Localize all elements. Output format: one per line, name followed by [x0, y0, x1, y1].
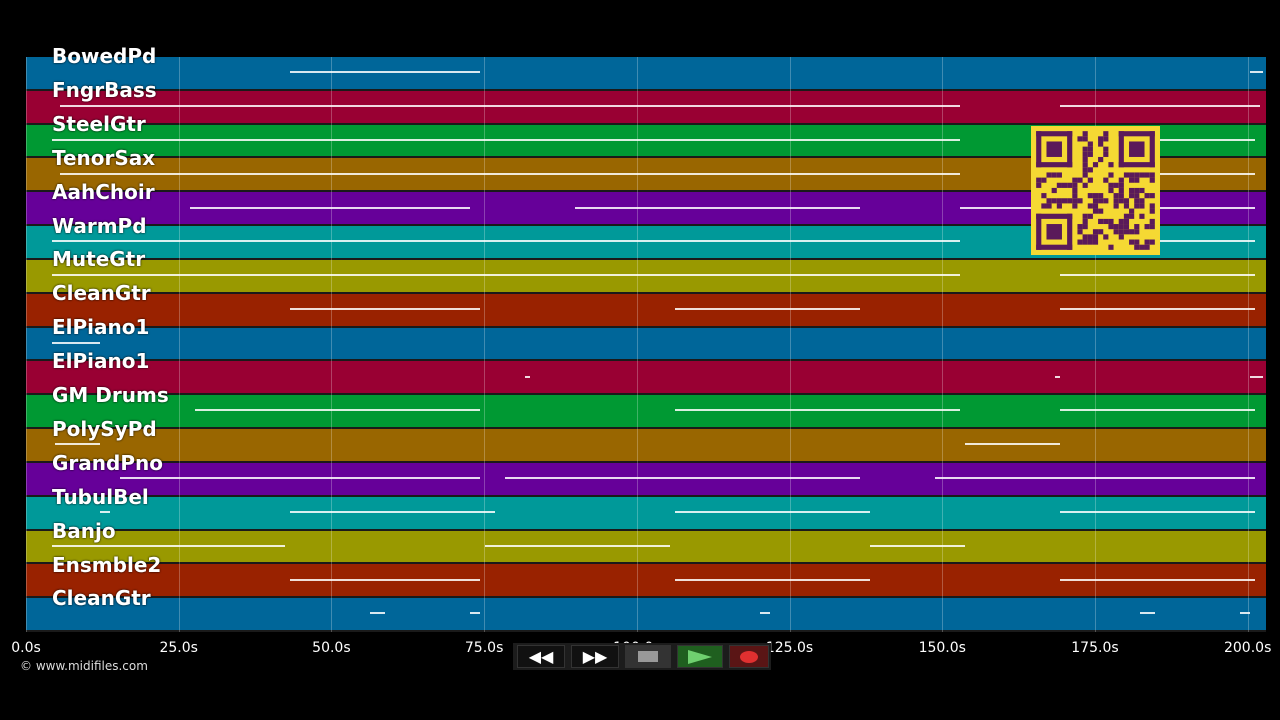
note-segment	[52, 544, 285, 547]
note-segment	[55, 443, 100, 446]
time-tick-label: 175.0s	[1071, 640, 1119, 656]
track-lane[interactable]	[26, 496, 1266, 531]
track-lane[interactable]	[26, 598, 1266, 632]
note-segment	[870, 544, 965, 547]
track-lane[interactable]	[26, 293, 1266, 328]
track-label: FngrBass	[52, 77, 157, 102]
track-label: BowedPd	[52, 44, 157, 68]
note-segment	[1240, 612, 1250, 615]
track-lane[interactable]	[26, 90, 1266, 125]
track-lane[interactable]	[26, 361, 1266, 396]
note-segment	[52, 341, 100, 344]
stop-button[interactable]	[625, 645, 671, 668]
track-label: GrandPno	[52, 450, 163, 475]
play-icon	[688, 649, 712, 664]
rewind-button[interactable]: ◀◀	[517, 645, 565, 668]
note-segment	[1060, 274, 1255, 277]
note-segment	[290, 71, 480, 74]
note-segment	[1060, 510, 1255, 513]
note-segment	[52, 240, 960, 243]
track-label: AahChoir	[52, 179, 155, 204]
note-segment	[1250, 375, 1263, 378]
note-segment	[1060, 307, 1255, 310]
note-segment	[1060, 578, 1255, 581]
note-segment	[290, 307, 480, 310]
record-icon	[740, 650, 758, 663]
track-lane[interactable]	[26, 327, 1266, 362]
record-button[interactable]	[729, 645, 769, 668]
time-tick-label: 125.0s	[765, 640, 814, 656]
note-segment	[190, 206, 470, 209]
track-lane[interactable]	[26, 564, 1266, 599]
note-segment	[60, 172, 960, 175]
time-tick-label: 0.0s	[11, 640, 41, 656]
note-segment	[52, 274, 960, 277]
transport-controls: ◀◀ ▶▶	[513, 643, 771, 670]
note-segment	[935, 477, 1255, 480]
note-segment	[965, 443, 1060, 446]
track-label: ElPiano1	[52, 349, 150, 374]
track-lane[interactable]	[26, 429, 1266, 463]
track-label: MuteGtr	[52, 247, 146, 272]
track-label: TenorSax	[52, 145, 156, 170]
track-lane[interactable]	[26, 259, 1266, 294]
note-segment	[52, 138, 960, 141]
note-segment	[1250, 71, 1263, 74]
rewind-icon: ◀◀	[528, 647, 554, 666]
note-segment	[675, 578, 870, 581]
note-segment	[675, 409, 960, 412]
time-tick-label: 75.0s	[464, 640, 504, 656]
track-label: WarmPd	[52, 213, 147, 238]
play-button[interactable]	[677, 645, 723, 668]
note-segment	[470, 612, 480, 615]
track-label: Banjo	[52, 518, 116, 543]
fast-forward-button[interactable]: ▶▶	[571, 645, 619, 668]
track-label: Ensmble2	[52, 552, 162, 577]
note-segment	[505, 477, 860, 480]
copyright-text: © www.midifiles.com	[20, 659, 148, 673]
grid-line	[26, 57, 27, 632]
track-label: SteelGtr	[52, 111, 146, 136]
note-segment	[675, 510, 870, 513]
note-segment	[485, 544, 670, 547]
note-segment	[60, 105, 960, 108]
track-lane[interactable]	[26, 57, 1266, 91]
track-label: GM Drums	[52, 383, 169, 407]
stop-icon	[638, 651, 658, 662]
note-segment	[1140, 612, 1155, 615]
track-label: ElPiano1	[52, 315, 150, 340]
note-segment	[1055, 375, 1060, 378]
note-segment	[575, 206, 860, 209]
note-segment	[195, 409, 480, 412]
note-segment	[120, 477, 480, 480]
grid-line	[789, 57, 791, 632]
track-lane[interactable]	[26, 530, 1266, 565]
grid-line	[331, 57, 333, 632]
qr-code-icon	[1031, 126, 1160, 255]
note-segment	[370, 612, 385, 615]
note-segment	[1060, 105, 1260, 108]
track-label: PolySyPd	[52, 416, 157, 441]
fast-forward-icon: ▶▶	[582, 647, 608, 666]
track-label: CleanGtr	[52, 586, 151, 611]
note-segment	[760, 612, 770, 615]
note-segment	[1060, 409, 1255, 412]
track-label: CleanGtr	[52, 281, 151, 306]
grid-line	[1247, 57, 1249, 632]
time-tick-label: 150.0s	[918, 640, 966, 656]
note-segment	[290, 578, 480, 581]
note-segment	[675, 307, 860, 310]
qr-code-graphic	[1036, 131, 1155, 250]
note-segment	[525, 375, 530, 378]
note-segment	[290, 510, 495, 513]
time-tick-label: 50.0s	[312, 640, 351, 656]
track-lane[interactable]	[26, 462, 1266, 497]
time-tick-label: 200.0s	[1223, 640, 1272, 656]
track-label: TubulBel	[52, 484, 149, 509]
track-lane[interactable]	[26, 395, 1266, 430]
time-tick-label: 25.0s	[159, 640, 198, 656]
note-segment	[100, 510, 110, 513]
